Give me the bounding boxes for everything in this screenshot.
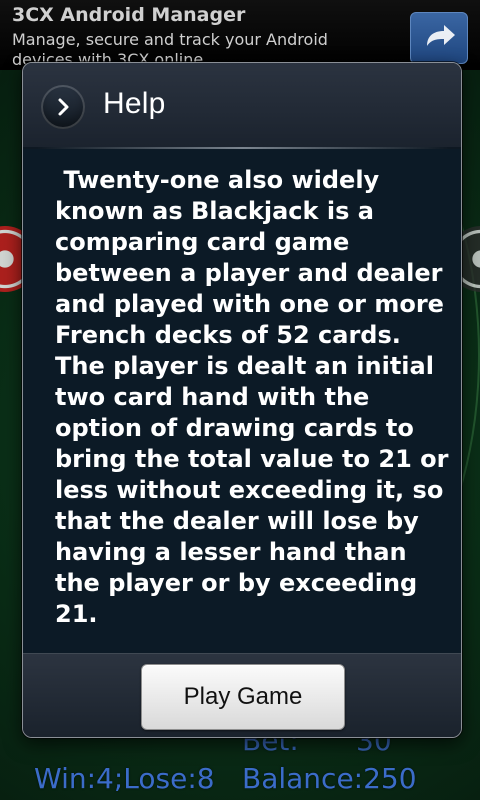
share-arrow-icon	[422, 22, 456, 54]
game-screen: 3CX Android Manager Manage, secure and t…	[0, 0, 480, 800]
dialog-content: Twenty-one also widely known as Blackjac…	[23, 149, 461, 655]
dialog-header: Help	[23, 63, 461, 147]
help-dialog: Help Twenty-one also widely known as Bla…	[22, 62, 462, 738]
dialog-title: Help	[103, 87, 166, 120]
win-lose-stats: Win:4;Lose:8	[34, 762, 215, 795]
play-game-button[interactable]: Play Game	[141, 664, 345, 730]
ad-title[interactable]: 3CX Android Manager	[12, 4, 245, 26]
balance: Balance:250	[242, 762, 417, 795]
ad-action-button[interactable]	[410, 12, 468, 64]
dialog-footer: Play Game	[23, 653, 461, 737]
ad-banner[interactable]: 3CX Android Manager Manage, secure and t…	[0, 0, 480, 70]
help-text: Twenty-one also widely known as Blackjac…	[55, 166, 457, 628]
chevron-right-icon	[41, 85, 85, 129]
